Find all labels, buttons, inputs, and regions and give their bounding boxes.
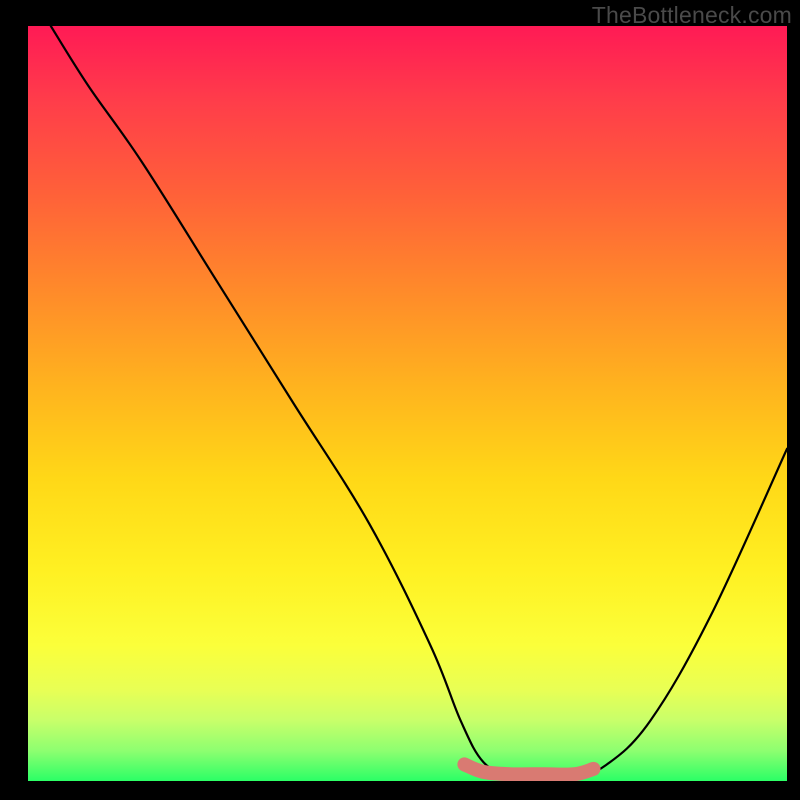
- flat-minimum-highlight: [464, 764, 593, 774]
- curve-layer: [28, 26, 787, 781]
- plot-area: [28, 26, 787, 781]
- watermark-text: TheBottleneck.com: [592, 2, 792, 29]
- bottleneck-curve: [51, 26, 787, 776]
- chart-frame: TheBottleneck.com: [0, 0, 800, 800]
